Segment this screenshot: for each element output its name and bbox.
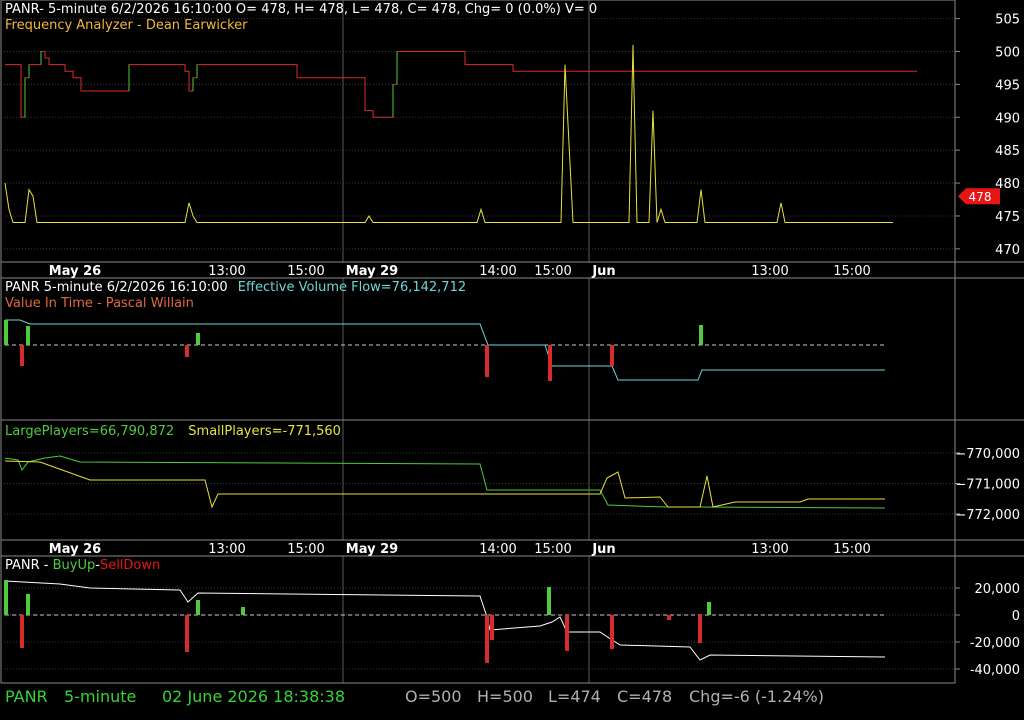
- buysell-bar: [185, 615, 189, 652]
- evf-panel-title: PANR 5-minute 6/2/2026 16:10:00 Effectiv…: [5, 280, 466, 295]
- evf-bar: [485, 345, 489, 377]
- players-tick-label: −771,000: [955, 478, 1020, 493]
- selldown-label: SellDown: [99, 558, 161, 573]
- buysell-bar: [698, 615, 702, 643]
- price-tick-label: 500: [995, 45, 1020, 60]
- x-tick-label: Jun: [591, 264, 615, 279]
- price-tick-label: 495: [995, 78, 1020, 93]
- evf-panel-subtitle: Value In Time - Pascal Willain: [5, 296, 194, 311]
- evf-bar: [4, 320, 8, 345]
- x-tick-label: May 29: [346, 264, 398, 279]
- x-tick-label: 13:00: [751, 264, 788, 279]
- large-players-line: [4, 455, 886, 509]
- evf-line: [5, 319, 885, 381]
- small-players-label: SmallPlayers=-771,560: [188, 424, 341, 439]
- x-tick-label: 15:00: [287, 542, 324, 557]
- buysell-bar: [485, 615, 489, 663]
- buysell-tick-label: -40,000: [970, 663, 1020, 678]
- price-tick-label: 485: [995, 144, 1020, 159]
- buysell-bar: [241, 607, 245, 615]
- x-tick-label: May 26: [49, 264, 101, 279]
- price-panel-title: PANR- 5-minute 6/2/2026 16:10:00 O= 478,…: [5, 2, 598, 17]
- status-bar: PANR 5-minute 02 June 2026 18:38:38 O=50…: [0, 684, 1024, 720]
- buysell-bar: [490, 615, 494, 640]
- price-panel-subtitle: Frequency Analyzer - Dean Earwicker: [5, 18, 248, 33]
- buysell-bar: [20, 615, 24, 648]
- players-tick-label: −770,000: [955, 447, 1020, 462]
- price-tick-label: 490: [995, 111, 1020, 126]
- x-tick-label: 15:00: [833, 542, 870, 557]
- buysell-net-line: [4, 580, 886, 661]
- buysell-bar: [4, 580, 8, 615]
- buysell-prefix: PANR -: [5, 558, 53, 573]
- status-change: Chg=-6 (-1.24%): [689, 687, 824, 706]
- x-tick-label: May 26: [49, 542, 101, 557]
- x-tick-label: 13:00: [208, 542, 245, 557]
- buysell-bar: [26, 594, 30, 615]
- evf-bar: [20, 345, 24, 366]
- x-tick-label: 13:00: [208, 264, 245, 279]
- buysell-bar: [707, 602, 711, 615]
- x-tick-label: 15:00: [534, 542, 571, 557]
- buyup-label: BuyUp: [52, 558, 96, 573]
- x-tick-label: Jun: [591, 542, 615, 557]
- x-tick-label: May 29: [346, 542, 398, 557]
- chart-frame: [0, 0, 956, 684]
- buysell-bar: [610, 615, 614, 649]
- price-tick-label: 475: [995, 210, 1020, 225]
- status-close: C=478: [617, 687, 673, 706]
- x-tick-label: 15:00: [287, 264, 324, 279]
- status-datetime: 02 June 2026 18:38:38: [162, 687, 346, 706]
- buysell-tick-label: -20,000: [970, 636, 1020, 651]
- buysell-bar: [667, 615, 671, 620]
- evf-value-text: Effective Volume Flow=76,142,712: [237, 280, 467, 295]
- status-high: H=500: [477, 687, 533, 706]
- status-interval: 5-minute: [64, 687, 137, 706]
- chart-canvas: May 26 13:00 15:00 May 29 14:00 15:00 Jun 13:00…: [0, 0, 1024, 684]
- buysell-tick-label: 0: [1012, 609, 1020, 624]
- x-tick-label: 14:00: [479, 264, 516, 279]
- large-players-label: LargePlayers=66,790,872: [5, 424, 175, 439]
- status-symbol: PANR: [5, 687, 48, 706]
- price-tick-label: 505: [995, 13, 1020, 28]
- price-tick-label: 470: [995, 243, 1020, 258]
- buysell-panel-title: PANR - BuyUp-SellDown: [5, 558, 160, 573]
- x-tick-label: 14:00: [479, 542, 516, 557]
- x-tick-label: 15:00: [833, 264, 870, 279]
- players-tick-label: −772,000: [955, 508, 1020, 523]
- grid-layer: [4, 0, 955, 683]
- evf-bar: [196, 333, 200, 345]
- evf-bar: [185, 345, 189, 357]
- buysell-bar: [547, 587, 551, 615]
- x-tick-label: 13:00: [751, 542, 788, 557]
- evf-bar: [548, 345, 552, 381]
- x-tick-label: 15:00: [534, 264, 571, 279]
- buysell-bar: [565, 615, 569, 651]
- evf-title-text: PANR 5-minute 6/2/2026 16:10:00: [5, 280, 228, 295]
- axes-layer: May 26 13:00 15:00 May 29 14:00 15:00 Jun 13:00…: [0, 0, 1024, 684]
- price-step-series: [5, 50, 917, 118]
- price-tag-label: 478: [969, 190, 992, 204]
- status-open: O=500: [405, 687, 462, 706]
- buysell-tick-label: 20,000: [975, 582, 1021, 597]
- evf-bar: [26, 326, 30, 345]
- status-low: L=474: [548, 687, 601, 706]
- evf-bar: [610, 345, 614, 366]
- buysell-bar: [196, 600, 200, 615]
- evf-bar: [699, 325, 703, 345]
- players-panel-title: LargePlayers=66,790,872 SmallPlayers=-77…: [5, 424, 341, 439]
